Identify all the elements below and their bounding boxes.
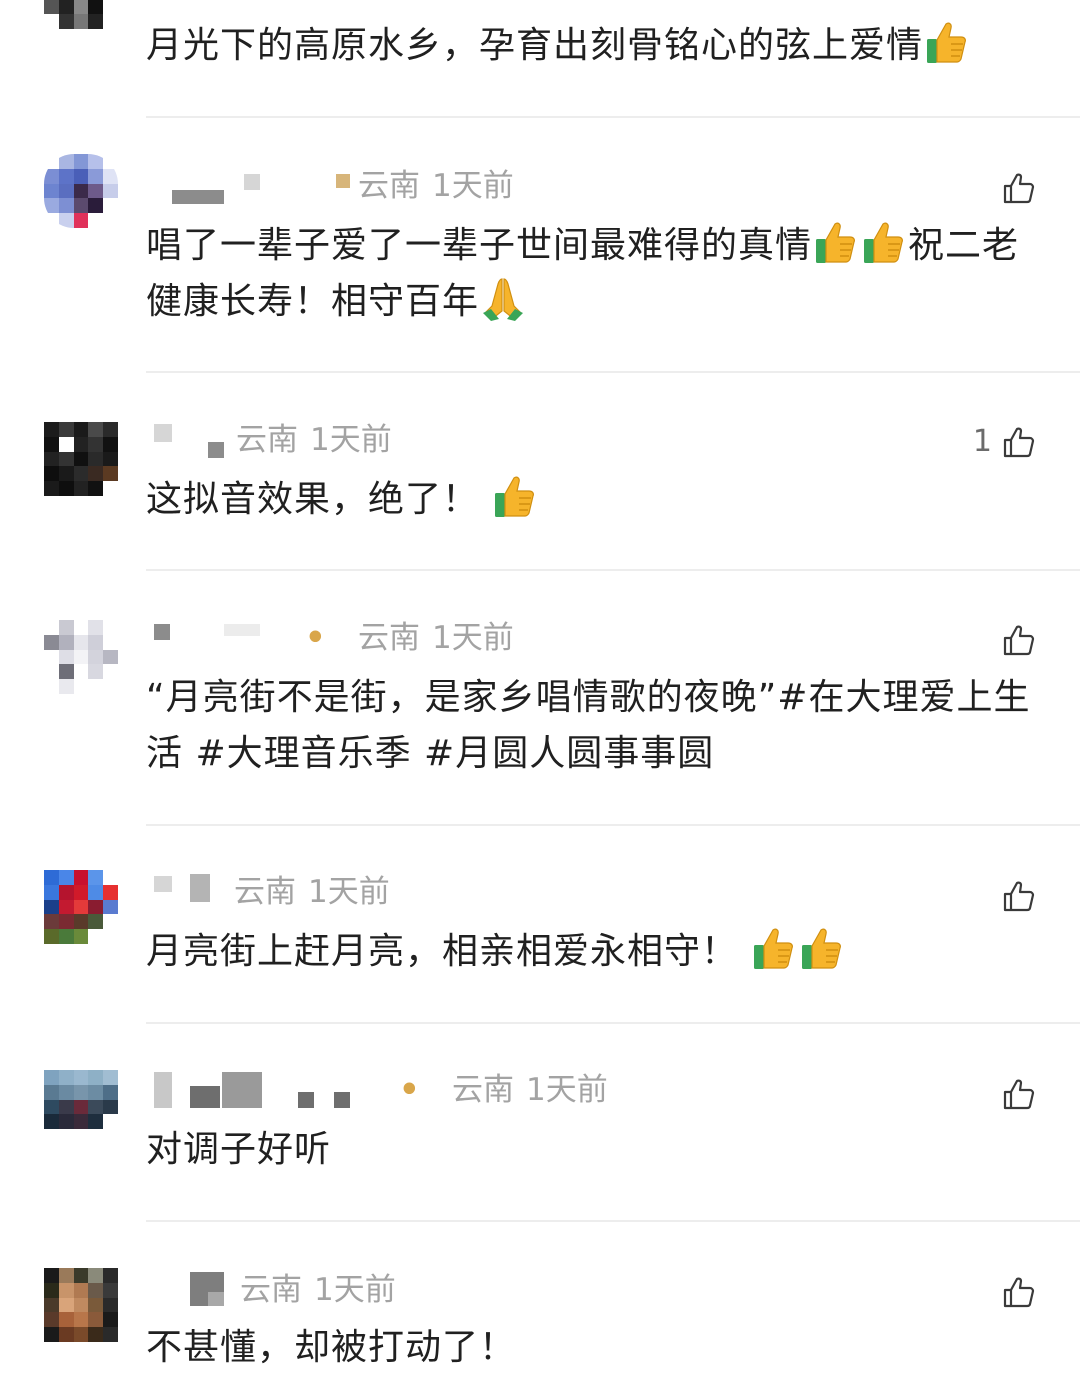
timestamp: 1天前	[526, 1072, 608, 1108]
location-time: 云南 1天前	[358, 618, 526, 658]
comment-meta: 云南 1天前	[148, 1270, 1008, 1310]
thumbs-up-emoji-icon	[800, 925, 844, 971]
comment-text-content: 这拟音效果，绝了！	[146, 479, 480, 520]
comment-text: “月亮街不是街，是家乡唱情歌的夜晚”#在大理爱上生活 #大理音乐季 #月圆人圆事…	[146, 670, 1046, 782]
thumbs-up-outline-icon	[1002, 623, 1036, 657]
comment-text: 月亮街上赶月亮，相亲相爱永相守！	[146, 924, 1046, 980]
location: 云南	[358, 168, 420, 204]
divider	[146, 116, 1080, 118]
username-redacted	[298, 1092, 314, 1108]
username-redacted	[172, 190, 224, 204]
user-avatar[interactable]	[44, 620, 118, 694]
comment-text: 唱了一辈子爱了一辈子世间最难得的真情 祝二老健康长寿！相守百年	[146, 218, 1046, 330]
divider	[146, 824, 1080, 826]
like-button[interactable]	[1002, 168, 1036, 208]
username-redacted	[154, 624, 170, 640]
comment-text-content: 对调子好听	[146, 1129, 332, 1170]
timestamp: 1天前	[314, 1272, 396, 1308]
divider	[146, 1022, 1080, 1024]
like-count: 1	[972, 424, 992, 459]
divider	[146, 1220, 1080, 1222]
username-redacted	[222, 1072, 262, 1108]
comment-text: 这拟音效果，绝了！	[146, 472, 1046, 528]
location: 云南	[358, 620, 420, 656]
location: 云南	[452, 1072, 514, 1108]
username-redacted	[334, 1092, 350, 1108]
like-button[interactable]	[1002, 1074, 1036, 1114]
divider	[146, 371, 1080, 373]
username-redacted	[190, 1086, 220, 1108]
like-button[interactable]	[1002, 620, 1036, 660]
location-time: 云南 1天前	[234, 872, 402, 912]
timestamp: 1天前	[310, 422, 392, 458]
location-time: 云南 1天前	[452, 1070, 620, 1110]
thumbs-up-outline-icon	[1002, 171, 1036, 205]
timestamp: 1天前	[432, 620, 514, 656]
thumbs-up-emoji-icon	[493, 473, 537, 519]
username-redacted	[154, 876, 172, 892]
comment-text: 对调子好听	[146, 1122, 1046, 1178]
user-avatar[interactable]	[44, 1070, 118, 1144]
username-redacted	[154, 1072, 172, 1108]
comment-meta: 云南 1天前	[148, 166, 1008, 206]
location-time: 云南 1天前	[240, 1270, 408, 1310]
like-button[interactable]: 1	[973, 422, 1036, 462]
thumbs-up-emoji-icon	[752, 925, 796, 971]
comment-meta: ꔷ 云南 1天前	[148, 1070, 1008, 1110]
comment-meta: 云南 1天前	[148, 420, 1008, 460]
comment-text-content: 唱了一辈子爱了一辈子世间最难得的真情	[146, 225, 813, 266]
divider	[146, 569, 1080, 571]
thumbs-up-outline-icon	[1002, 1275, 1036, 1309]
user-avatar[interactable]	[44, 154, 118, 228]
location-time: 云南 1天前	[236, 420, 404, 460]
location: 云南	[236, 422, 298, 458]
username-redacted	[208, 1292, 224, 1306]
thumbs-up-emoji-icon	[862, 219, 906, 265]
user-avatar[interactable]	[44, 422, 118, 496]
comment-meta: ꔷ 云南 1天前	[148, 618, 1008, 658]
comment-text: 不甚懂，却被打动了！	[146, 1320, 1046, 1376]
comment-text-content: 月亮街上赶月亮，相亲相爱永相守！	[146, 931, 739, 972]
badge-icon: ꔷ	[308, 620, 323, 655]
thumbs-up-emoji-icon	[925, 19, 969, 65]
user-avatar[interactable]	[44, 1268, 118, 1342]
like-button[interactable]	[1002, 876, 1036, 916]
like-button[interactable]	[1002, 1272, 1036, 1312]
badge-redacted	[336, 174, 350, 188]
timestamp: 1天前	[308, 874, 390, 910]
comment-text-content: 不甚懂，却被打动了！	[146, 1327, 517, 1368]
location-time: 云南 1天前	[358, 166, 526, 206]
badge-icon: ꔷ	[402, 1072, 417, 1107]
user-avatar[interactable]	[44, 0, 118, 44]
timestamp: 1天前	[432, 168, 514, 204]
comment-meta: 云南 1天前	[148, 872, 1008, 912]
username-redacted	[224, 624, 260, 636]
username-redacted	[208, 442, 224, 458]
username-redacted	[190, 874, 210, 902]
thumbs-up-outline-icon	[1002, 425, 1036, 459]
thumbs-up-outline-icon	[1002, 879, 1036, 913]
folded-hands-emoji-icon	[481, 275, 525, 321]
username-redacted	[154, 424, 172, 442]
comment-text-content: 月光下的高原水乡，孕育出刻骨铭心的弦上爱情	[146, 25, 924, 66]
thumbs-up-emoji-icon	[814, 219, 858, 265]
thumbs-up-outline-icon	[1002, 1077, 1036, 1111]
comment-text-content: “月亮街不是街，是家乡唱情歌的夜晚”#在大理爱上生活 #大理音乐季 #月圆人圆事…	[146, 677, 1031, 774]
location: 云南	[234, 874, 296, 910]
user-avatar[interactable]	[44, 870, 118, 944]
location: 云南	[240, 1272, 302, 1308]
comment-text: 月光下的高原水乡，孕育出刻骨铭心的弦上爱情	[146, 18, 1046, 74]
username-redacted	[244, 174, 260, 190]
